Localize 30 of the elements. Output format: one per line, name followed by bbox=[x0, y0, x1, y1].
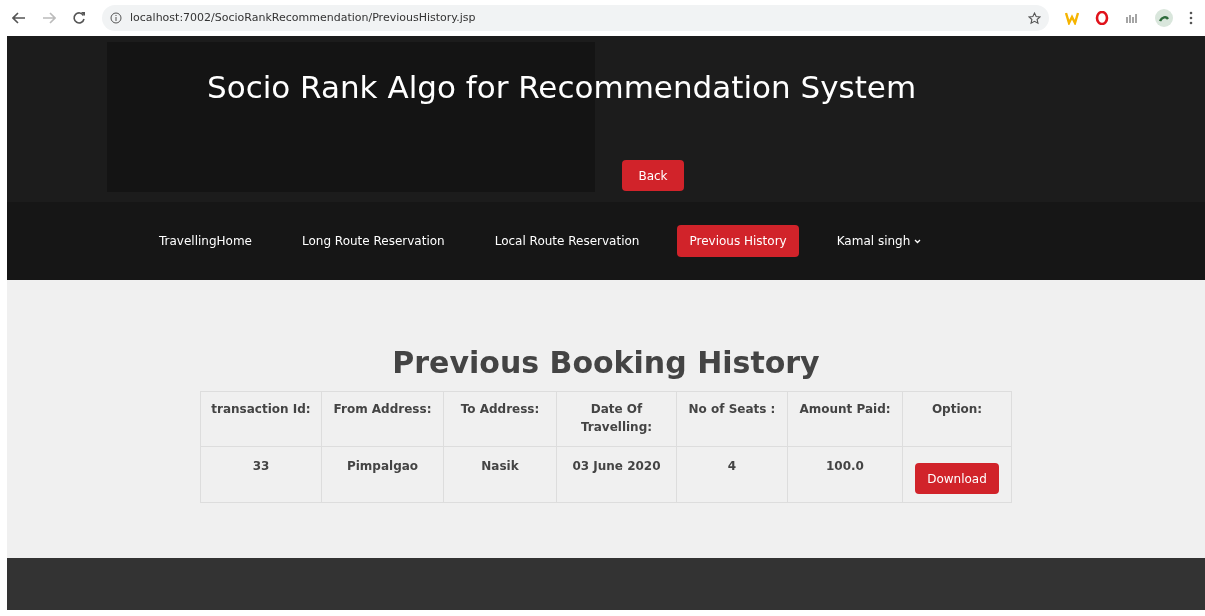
table-cell: 4 bbox=[676, 446, 788, 503]
nav-link[interactable]: TravellingHome bbox=[147, 225, 264, 257]
column-header: Date Of Travelling: bbox=[556, 391, 677, 447]
info-icon bbox=[110, 12, 122, 24]
nav-link[interactable]: Local Route Reservation bbox=[482, 225, 652, 257]
nav-link[interactable]: Long Route Reservation bbox=[290, 225, 457, 257]
star-icon[interactable] bbox=[1028, 11, 1041, 25]
table-cell: 03 June 2020 bbox=[556, 446, 677, 503]
table-cell: 100.0 bbox=[787, 446, 903, 503]
column-header: Amount Paid: bbox=[787, 391, 903, 447]
back-button[interactable]: Back bbox=[622, 160, 684, 191]
column-header: From Address: bbox=[321, 391, 444, 447]
column-header: transaction Id: bbox=[200, 391, 322, 447]
reload-icon[interactable] bbox=[72, 11, 86, 25]
column-header: Option: bbox=[902, 391, 1012, 447]
nav-link[interactable]: Previous History bbox=[677, 225, 799, 257]
site-title: Socio Rank Algo for Recommendation System bbox=[207, 68, 917, 107]
table-cell: Nasik bbox=[443, 446, 557, 503]
address-bar[interactable]: localhost:7002/SocioRankRecommendation/PreviousHistory.jsp bbox=[102, 5, 1049, 31]
table-cell: Pimpalgao bbox=[321, 446, 444, 503]
column-header: No of Seats : bbox=[676, 391, 788, 447]
back-icon[interactable] bbox=[12, 11, 26, 25]
profile-icon[interactable] bbox=[1155, 9, 1173, 27]
download-button[interactable]: Download bbox=[915, 463, 999, 494]
page-heading: Previous Booking History bbox=[392, 344, 820, 382]
table-cell: 33 bbox=[200, 446, 322, 503]
column-header: To Address: bbox=[443, 391, 557, 447]
url-text: localhost:7002/SocioRankRecommendation/PreviousHistory.jsp bbox=[130, 9, 476, 26]
nav-link[interactable]: Kamal singh bbox=[824, 225, 934, 257]
menu-icon[interactable] bbox=[1189, 11, 1193, 25]
